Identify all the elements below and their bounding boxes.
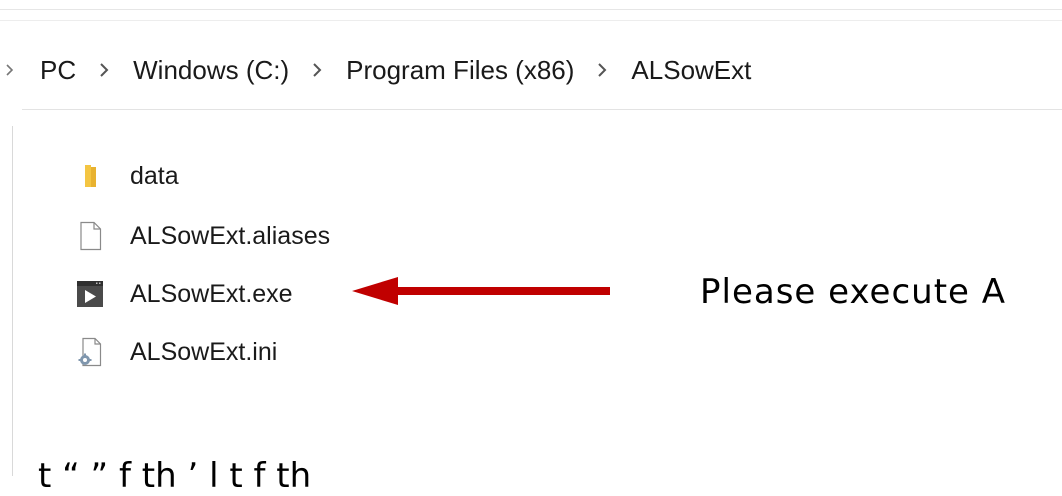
file-name: ALSowExt.exe xyxy=(130,279,293,308)
file-name: ALSowExt.aliases xyxy=(130,221,331,250)
list-item-exe[interactable]: ALSowExt.exe xyxy=(76,272,293,316)
breadcrumb: PC Windows (C:) Program Files (x86) ALSo… xyxy=(40,42,751,98)
list-item-aliases[interactable]: ALSowExt.aliases xyxy=(76,214,330,258)
file-name: data xyxy=(130,161,179,190)
chevron-right-icon[interactable] xyxy=(97,62,111,78)
address-bar-divider xyxy=(22,109,1062,110)
breadcrumb-program-files-x86[interactable]: Program Files (x86) xyxy=(346,55,574,86)
breadcrumb-windows-c[interactable]: Windows (C:) xyxy=(133,55,289,86)
pane-divider xyxy=(12,126,13,476)
instruction-text: Please execute A xyxy=(700,272,1007,312)
file-name: ALSowExt.ini xyxy=(130,337,278,366)
file-icon xyxy=(80,221,102,251)
breadcrumb-pc[interactable]: PC xyxy=(40,55,76,86)
config-file-icon xyxy=(78,337,102,367)
chevron-right-icon[interactable] xyxy=(595,62,609,78)
top-divider-2 xyxy=(0,20,1062,21)
chevron-right-icon[interactable] xyxy=(6,64,14,76)
exe-icon xyxy=(77,281,103,307)
breadcrumb-alsowext[interactable]: ALSowExt xyxy=(631,55,751,86)
cropped-footer-text: t “ ” f th ’ l t f th xyxy=(38,456,312,496)
folder-icon xyxy=(85,165,96,187)
top-divider xyxy=(0,9,1062,10)
address-bar[interactable]: PC Windows (C:) Program Files (x86) ALSo… xyxy=(0,42,1062,98)
red-arrow-icon xyxy=(352,277,610,305)
chevron-right-icon[interactable] xyxy=(310,62,324,78)
list-item-data[interactable]: data xyxy=(76,154,179,198)
list-item-ini[interactable]: ALSowExt.ini xyxy=(76,330,277,374)
